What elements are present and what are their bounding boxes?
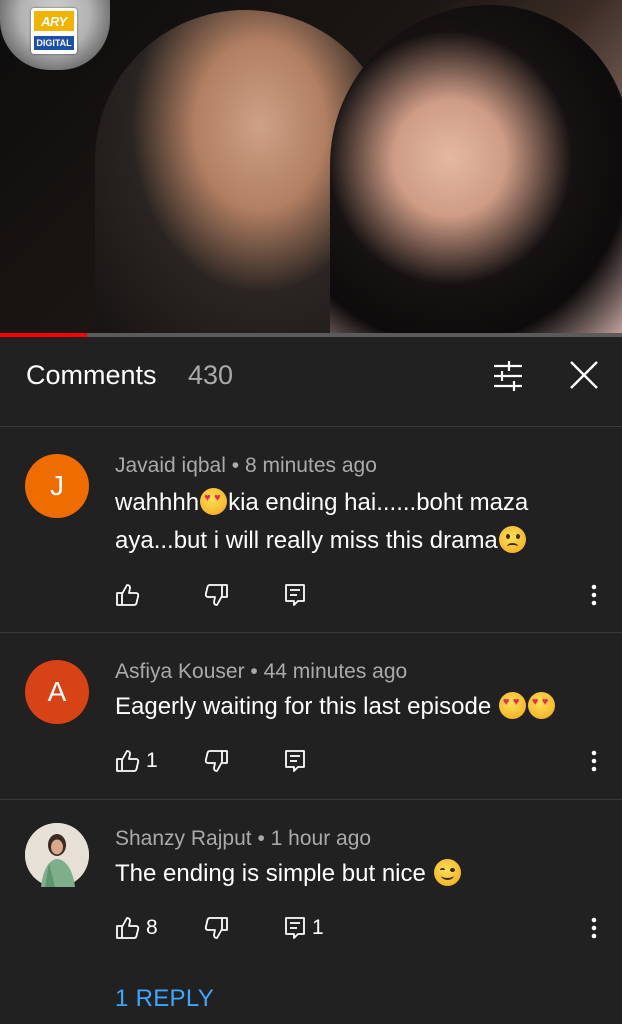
more-vert-icon[interactable]: [582, 578, 606, 612]
heart-eyes-emoji-icon: [498, 692, 526, 719]
comment-meta: Asfiya Kouser • 44 minutes ago: [115, 660, 407, 684]
sad-face-emoji-icon: [498, 526, 526, 553]
thumbs-up-icon: [116, 750, 140, 772]
like-count: 8: [146, 916, 158, 939]
comment-divider: [0, 799, 622, 800]
heart-eyes-emoji-icon: [200, 488, 228, 515]
comment-text: Eagerly waiting for this last episode: [115, 688, 595, 726]
close-icon[interactable]: [566, 359, 602, 393]
heart-eyes-emoji-icon: [527, 692, 555, 719]
dot-separator: •: [231, 454, 240, 477]
reply-comment-icon: [285, 584, 305, 606]
dot-separator: •: [257, 827, 265, 850]
comment-time: 8 minutes ago: [244, 454, 377, 477]
thumbs-down-icon: [204, 917, 228, 939]
thumbs-down-icon: [204, 750, 228, 772]
sort-filter-icon[interactable]: [490, 359, 526, 393]
dislike-button[interactable]: [204, 911, 230, 945]
comment-actions: 8 1: [0, 911, 622, 945]
reply-comment-icon: [285, 917, 305, 939]
reply-comment-icon: [285, 750, 305, 772]
reply-button[interactable]: 1: [284, 911, 324, 945]
comment-actions: 1: [0, 744, 622, 778]
thumbs-down-icon: [204, 584, 228, 606]
more-vert-icon[interactable]: [582, 911, 606, 945]
comment-author[interactable]: Shanzy Rajput: [115, 827, 252, 850]
thumbs-up-icon: [116, 917, 140, 939]
comment-meta: Shanzy Rajput • 1 hour ago: [115, 827, 371, 851]
view-replies-button[interactable]: 1 REPLY: [115, 985, 214, 1013]
channel-watermark-logo: ARY DIGITAL: [31, 8, 77, 54]
dislike-button[interactable]: [204, 578, 230, 612]
dot-separator: •: [250, 660, 258, 683]
comment-time: 44 minutes ago: [263, 660, 408, 683]
avatar[interactable]: [25, 823, 89, 887]
video-frame-person-right: [330, 5, 622, 337]
comment-meta: Javaid iqbal • 8 minutes ago: [115, 454, 377, 478]
more-vert-icon[interactable]: [582, 744, 606, 778]
video-player[interactable]: ARY DIGITAL: [0, 0, 622, 337]
comment-time: 1 hour ago: [270, 827, 372, 850]
comments-count: 430: [188, 360, 234, 390]
header-divider: [0, 426, 622, 427]
comment-author[interactable]: Javaid iqbal: [115, 454, 226, 477]
smiling-face-emoji-icon: [433, 859, 461, 886]
avatar[interactable]: J: [25, 454, 89, 518]
dislike-button[interactable]: [204, 744, 230, 778]
reply-count: 1: [312, 916, 324, 939]
like-button[interactable]: 8: [114, 911, 158, 945]
comment-divider: [0, 632, 622, 633]
reply-button[interactable]: [284, 744, 312, 778]
comment-text: The ending is simple but nice: [115, 855, 595, 893]
comment-text: wahhhhkia ending hai......boht maza aya.…: [115, 484, 595, 560]
comment-actions: [0, 578, 622, 612]
like-count: 1: [146, 749, 158, 772]
thumbs-up-icon: [116, 584, 140, 606]
profile-photo-image: [25, 823, 89, 887]
like-button[interactable]: 1: [114, 744, 158, 778]
comments-header: Comments 430: [0, 337, 622, 413]
reply-button[interactable]: [284, 578, 312, 612]
comments-title: Comments: [26, 360, 157, 390]
comment-author[interactable]: Asfiya Kouser: [115, 660, 245, 683]
avatar[interactable]: A: [25, 660, 89, 724]
like-button[interactable]: [114, 578, 146, 612]
